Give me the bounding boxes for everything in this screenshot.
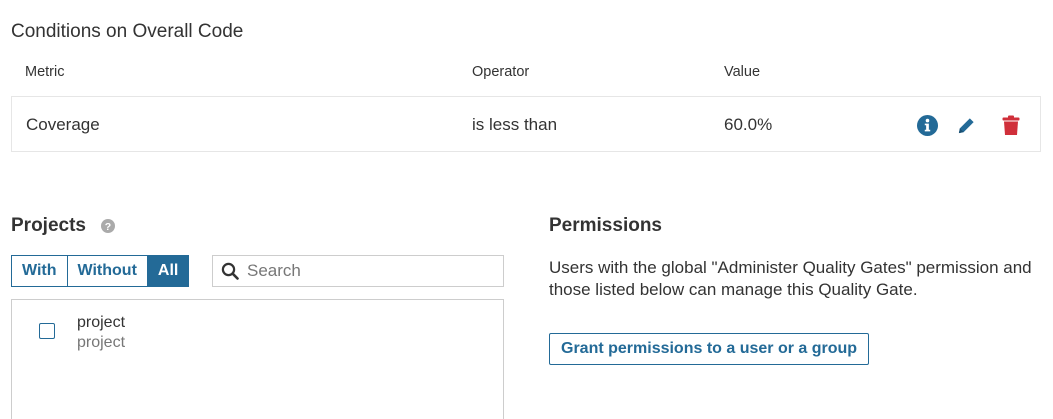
- permissions-description: Users with the global "Administer Qualit…: [549, 258, 1032, 299]
- value-column-header: Value: [724, 64, 761, 80]
- filter-with-button[interactable]: With: [11, 255, 68, 287]
- project-name: project: [77, 314, 126, 331]
- grant-permissions-button[interactable]: Grant permissions to a user or a group: [549, 333, 870, 365]
- trash-icon[interactable]: [1000, 113, 1022, 137]
- search-icon: [221, 262, 239, 280]
- edit-pencil-icon[interactable]: [956, 115, 976, 135]
- condition-value: 60.0%: [724, 115, 773, 134]
- condition-metric: Coverage: [26, 115, 100, 134]
- project-checkbox[interactable]: [39, 323, 55, 339]
- operator-column-header: Operator: [472, 64, 530, 80]
- metric-column-header: Metric: [25, 64, 65, 80]
- info-icon[interactable]: [916, 114, 938, 136]
- condition-operator: is less than: [472, 115, 558, 134]
- projects-filter-group: With Without All: [11, 255, 190, 287]
- conditions-title: Conditions on Overall Code: [11, 21, 244, 42]
- permissions-title: Permissions: [549, 215, 662, 236]
- help-icon[interactable]: ?: [101, 219, 115, 233]
- svg-text:?: ?: [105, 221, 111, 233]
- projects-search-box: [212, 255, 504, 287]
- filter-without-button[interactable]: Without: [66, 255, 148, 287]
- projects-title: Projects: [11, 215, 86, 236]
- filter-all-button[interactable]: All: [146, 255, 190, 287]
- project-key: project: [77, 334, 126, 351]
- projects-search-input[interactable]: [247, 261, 487, 281]
